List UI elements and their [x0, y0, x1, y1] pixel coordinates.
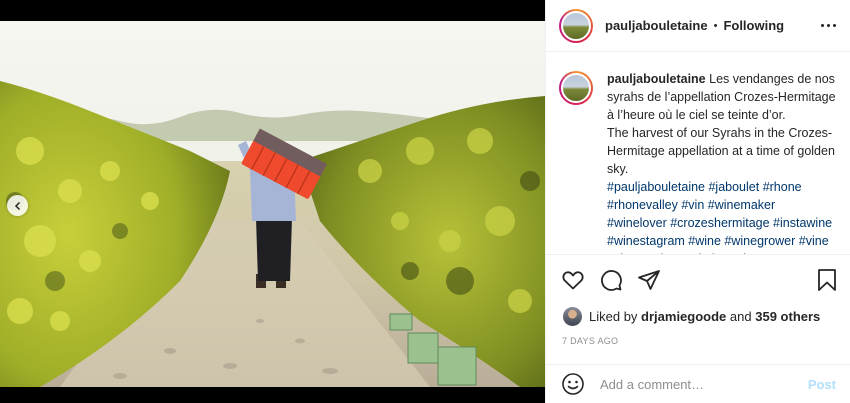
carousel-prev-button[interactable] — [7, 195, 28, 216]
share-icon[interactable] — [637, 268, 661, 292]
liked-by-others[interactable]: 359 others — [755, 309, 820, 324]
caption: pauljabouletaine Les vendanges de nos sy… — [607, 70, 838, 254]
more-options-icon — [821, 24, 824, 27]
liked-by-user[interactable]: drjamiegoode — [641, 309, 726, 324]
caption-english: The harvest of our Syrahs in the Crozes-… — [607, 126, 835, 176]
caption-area: pauljabouletaine Les vendanges de nos sy… — [546, 53, 850, 255]
post-photo-panel — [0, 0, 545, 403]
post-header: pauljabouletaine • Following — [546, 0, 850, 52]
liked-by-prefix: Liked by — [589, 309, 638, 324]
post-date[interactable]: 7 DAYS AGO — [562, 336, 618, 346]
comment-icon[interactable] — [599, 268, 623, 292]
liked-by-joiner: and — [729, 309, 752, 324]
action-bar — [561, 266, 838, 294]
comment-bar: Post — [546, 364, 850, 403]
caption-username[interactable]: pauljabouletaine — [607, 72, 706, 86]
post-photo[interactable] — [0, 21, 545, 387]
caption-avatar[interactable] — [559, 71, 593, 105]
heart-icon[interactable] — [561, 268, 585, 292]
comment-input[interactable] — [600, 376, 790, 392]
more-options-button[interactable] — [821, 24, 836, 27]
chevron-left-icon — [14, 201, 20, 210]
vineyard-photo-illustration — [0, 21, 545, 387]
liker-avatar[interactable] — [563, 307, 582, 326]
caption-hashtags[interactable]: #pauljabouletaine #jaboulet #rhone #rhon… — [607, 180, 832, 254]
emoji-icon[interactable] — [561, 372, 585, 396]
post-comment-button[interactable]: Post — [808, 377, 836, 392]
following-button[interactable]: Following — [723, 18, 784, 33]
post-details-panel: pauljabouletaine • Following pauljaboule… — [545, 0, 850, 403]
avatar[interactable] — [559, 8, 593, 43]
header-username[interactable]: pauljabouletaine — [605, 18, 708, 33]
likes-summary: Liked by drjamiegoode and 359 others — [563, 307, 820, 326]
separator-dot: • — [713, 19, 718, 32]
bookmark-icon[interactable] — [816, 268, 838, 292]
